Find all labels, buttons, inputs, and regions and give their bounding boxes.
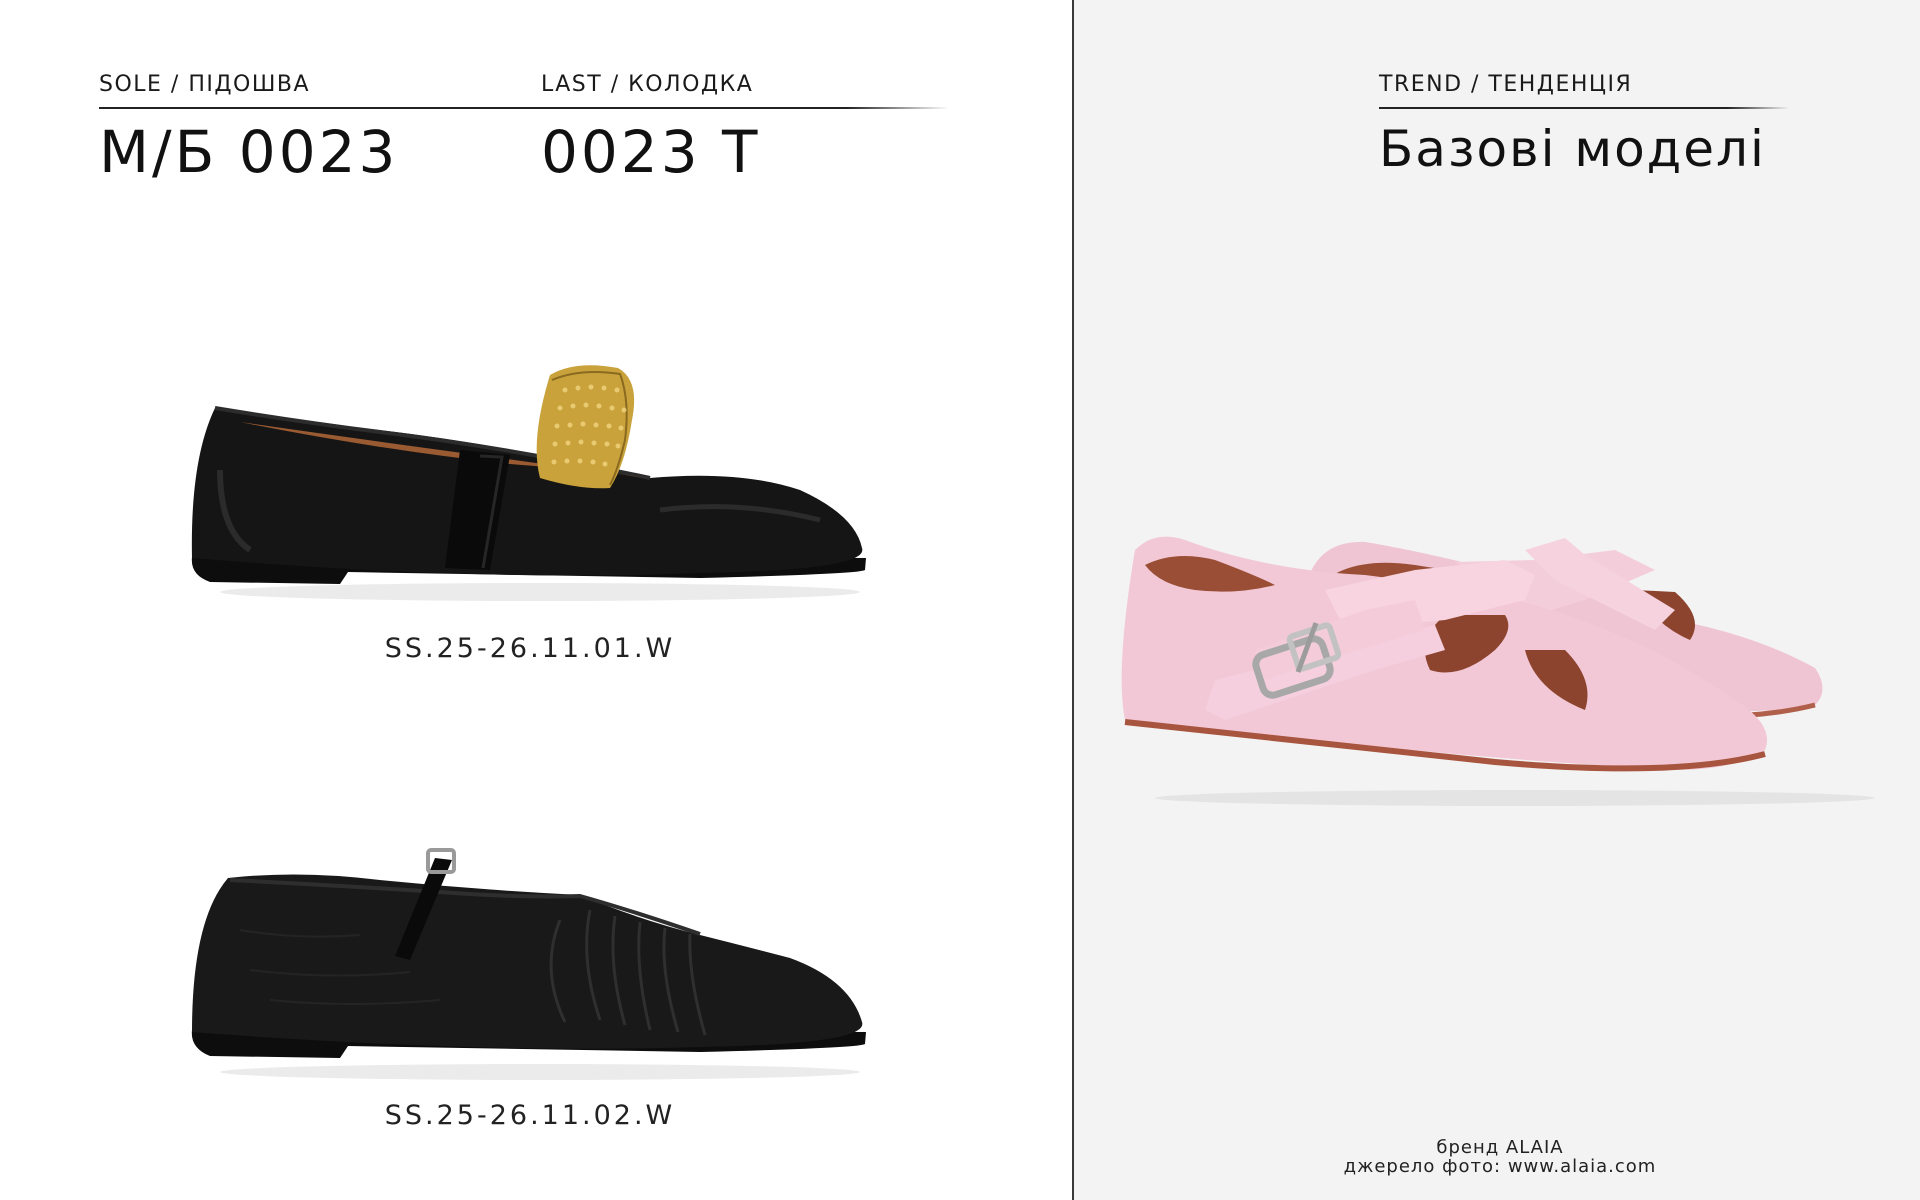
header-rule-left — [99, 107, 949, 109]
last-caption: LAST / КОЛОДКА — [541, 72, 754, 97]
last-value: 0023 Т — [541, 118, 761, 186]
trend-caption: TREND / ТЕНДЕНЦІЯ — [1379, 72, 1633, 97]
product-image-2 — [191, 848, 866, 1080]
product-code-2: SS.25-26.11.02.W — [384, 1100, 676, 1131]
credit-source: джерело фото: www.alaia.com — [1343, 1156, 1657, 1177]
sole-caption: SOLE / ПІДОШВА — [99, 72, 311, 97]
sole-value: М/Б 0023 — [99, 118, 399, 186]
credit-brand: бренд ALAIA — [1436, 1137, 1564, 1158]
trend-value: Базові моделі — [1379, 120, 1766, 178]
trend-image — [1121, 536, 1875, 806]
product-image-1 — [191, 365, 866, 601]
product-code-1: SS.25-26.11.01.W — [384, 633, 676, 664]
header-rule-right — [1379, 107, 1789, 109]
